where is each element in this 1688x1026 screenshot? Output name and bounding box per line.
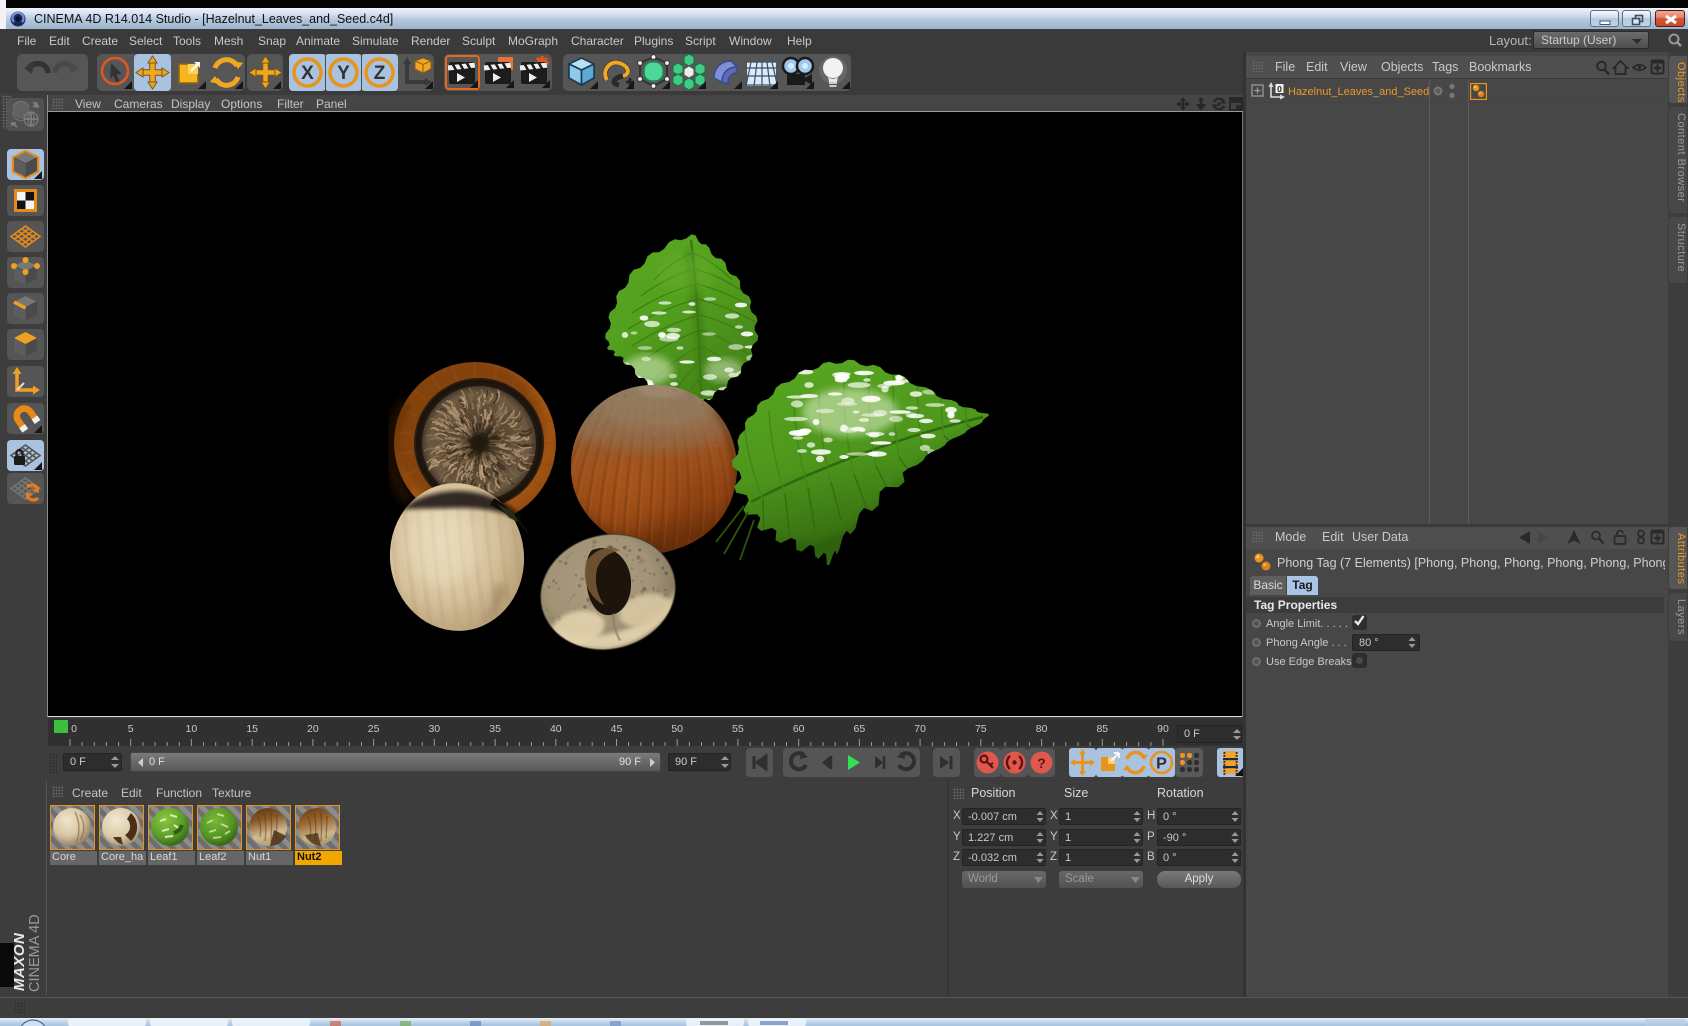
- svg-text:60: 60: [793, 723, 805, 735]
- svg-text:0: 0: [71, 723, 77, 735]
- svg-text:30: 30: [428, 723, 440, 735]
- svg-text:15: 15: [246, 723, 258, 735]
- svg-text:Z: Z: [374, 63, 386, 84]
- svg-text:Y: Y: [337, 63, 350, 84]
- svg-text:0: 0: [1277, 84, 1282, 94]
- svg-text:45: 45: [611, 723, 623, 735]
- svg-text:20: 20: [307, 723, 319, 735]
- svg-text:65: 65: [854, 723, 866, 735]
- svg-text:75: 75: [975, 723, 987, 735]
- svg-text:85: 85: [1096, 723, 1108, 735]
- svg-text:90: 90: [1157, 723, 1169, 735]
- svg-text:70: 70: [914, 723, 926, 735]
- svg-text:40: 40: [550, 723, 562, 735]
- svg-text:P: P: [1156, 756, 1167, 773]
- svg-text:5: 5: [128, 723, 134, 735]
- svg-text:10: 10: [186, 723, 198, 735]
- svg-text:25: 25: [368, 723, 380, 735]
- svg-text:50: 50: [671, 723, 683, 735]
- svg-text:80: 80: [1036, 723, 1048, 735]
- svg-text:35: 35: [489, 723, 501, 735]
- svg-text:?: ?: [1037, 755, 1046, 771]
- svg-text:X: X: [301, 63, 314, 84]
- svg-text:55: 55: [732, 723, 744, 735]
